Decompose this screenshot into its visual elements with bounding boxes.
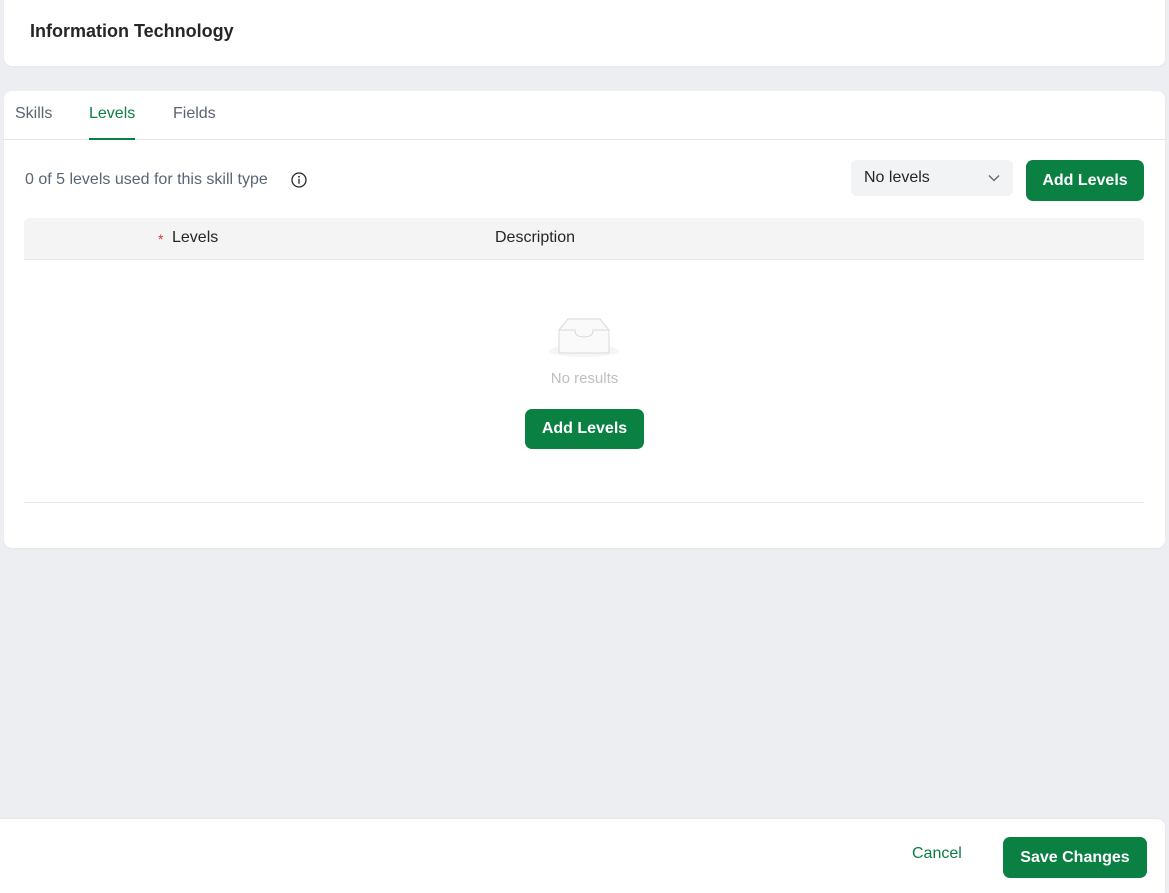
- empty-add-levels-button[interactable]: Add Levels: [525, 409, 644, 449]
- tab-bar: Skills Levels Fields: [4, 91, 1165, 140]
- save-changes-button[interactable]: Save Changes: [1003, 837, 1147, 878]
- tab-levels[interactable]: Levels: [89, 105, 136, 140]
- page-title: Information Technology: [30, 21, 234, 41]
- cancel-button[interactable]: Cancel: [912, 845, 962, 863]
- column-header-levels: Levels: [172, 229, 219, 246]
- required-marker: *: [158, 231, 164, 247]
- levels-panel: Skills Levels Fields 0 of 5 levels used …: [4, 91, 1165, 548]
- levels-select-value: No levels: [864, 169, 930, 186]
- header-card: Information Technology: [4, 0, 1165, 66]
- table-bottom-divider: [25, 502, 1143, 503]
- levels-usage-text: 0 of 5 levels used for this skill type: [25, 171, 268, 188]
- add-levels-button[interactable]: Add Levels: [1026, 160, 1144, 201]
- footer-bar: Cancel Save Changes: [0, 819, 1165, 893]
- empty-state-text: No results: [550, 370, 619, 387]
- tab-fields[interactable]: Fields: [173, 105, 216, 140]
- info-circle-icon[interactable]: [291, 172, 307, 188]
- column-header-description: Description: [495, 229, 576, 246]
- chevron-down-icon: [987, 171, 1001, 185]
- table-header: * Levels Description: [24, 218, 1144, 260]
- tab-skills[interactable]: Skills: [15, 105, 52, 140]
- empty-inbox-icon: [547, 313, 621, 361]
- levels-select[interactable]: No levels: [851, 160, 1013, 196]
